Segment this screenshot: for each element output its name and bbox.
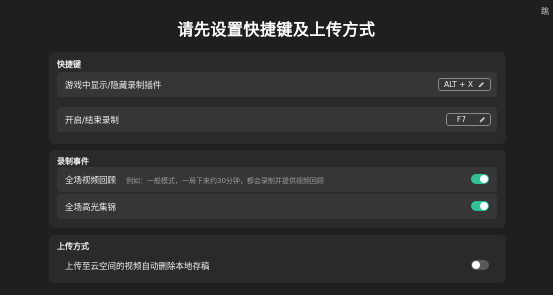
hotkey-value: ALT + X [443, 80, 473, 89]
toggle-knob [472, 261, 480, 269]
hotkey-input-toggle-plugin[interactable]: ALT + X [437, 78, 491, 91]
hotkey-row-toggle-recording: 开启/结束录制 F7 [57, 107, 497, 132]
row-label: 开启/结束录制 [65, 116, 119, 126]
upload-row-auto-delete: 上传至云空间的视频自动删除本地存稿 [57, 253, 497, 278]
hotkey-value: F7 [456, 115, 466, 124]
recording-events-section: 录制事件 全场视频回顾 例如：一般模式，一局下来约30分钟，都会录制并提供视频回顾… [49, 150, 506, 228]
dialog-title: 请先设置快捷键及上传方式 [177, 20, 376, 39]
upload-section: 上传方式 上传至云空间的视频自动删除本地存稿 [49, 235, 506, 283]
row-label-text: 全场视频回顾 [65, 176, 117, 186]
row-hint: 例如：一般模式，一局下来约30分钟，都会录制并提供视频回顾 [126, 177, 324, 185]
section-title-upload: 上传方式 [57, 242, 89, 251]
row-label: 全场高光集锦 [65, 203, 117, 213]
auto-delete-toggle[interactable] [471, 260, 489, 270]
setup-dialog: 跳 请先设置快捷键及上传方式 快捷键 游戏中显示/隐藏录制插件 ALT + X … [0, 0, 553, 295]
hotkeys-section: 快捷键 游戏中显示/隐藏录制插件 ALT + X 开启/结束录制 F7 [49, 52, 506, 144]
pencil-icon[interactable] [478, 81, 485, 88]
highlights-toggle[interactable] [471, 201, 489, 211]
toggle-knob [480, 202, 488, 210]
full-replay-toggle[interactable] [471, 174, 489, 184]
hotkey-row-toggle-plugin: 游戏中显示/隐藏录制插件 ALT + X [57, 72, 497, 97]
toggle-knob [480, 175, 488, 183]
section-title-hotkeys: 快捷键 [57, 60, 81, 69]
row-label: 全场视频回顾 例如：一般模式，一局下来约30分钟，都会录制并提供视频回顾 [65, 174, 324, 186]
section-title-recording-events: 录制事件 [57, 157, 89, 166]
row-label: 上传至云空间的视频自动删除本地存稿 [65, 262, 210, 272]
event-row-highlights: 全场高光集锦 [57, 194, 497, 219]
pencil-icon[interactable] [479, 116, 486, 123]
event-row-full-replay: 全场视频回顾 例如：一般模式，一局下来约30分钟，都会录制并提供视频回顾 [57, 167, 497, 192]
hotkey-input-toggle-recording[interactable]: F7 [445, 113, 491, 126]
row-label: 游戏中显示/隐藏录制插件 [65, 81, 162, 91]
